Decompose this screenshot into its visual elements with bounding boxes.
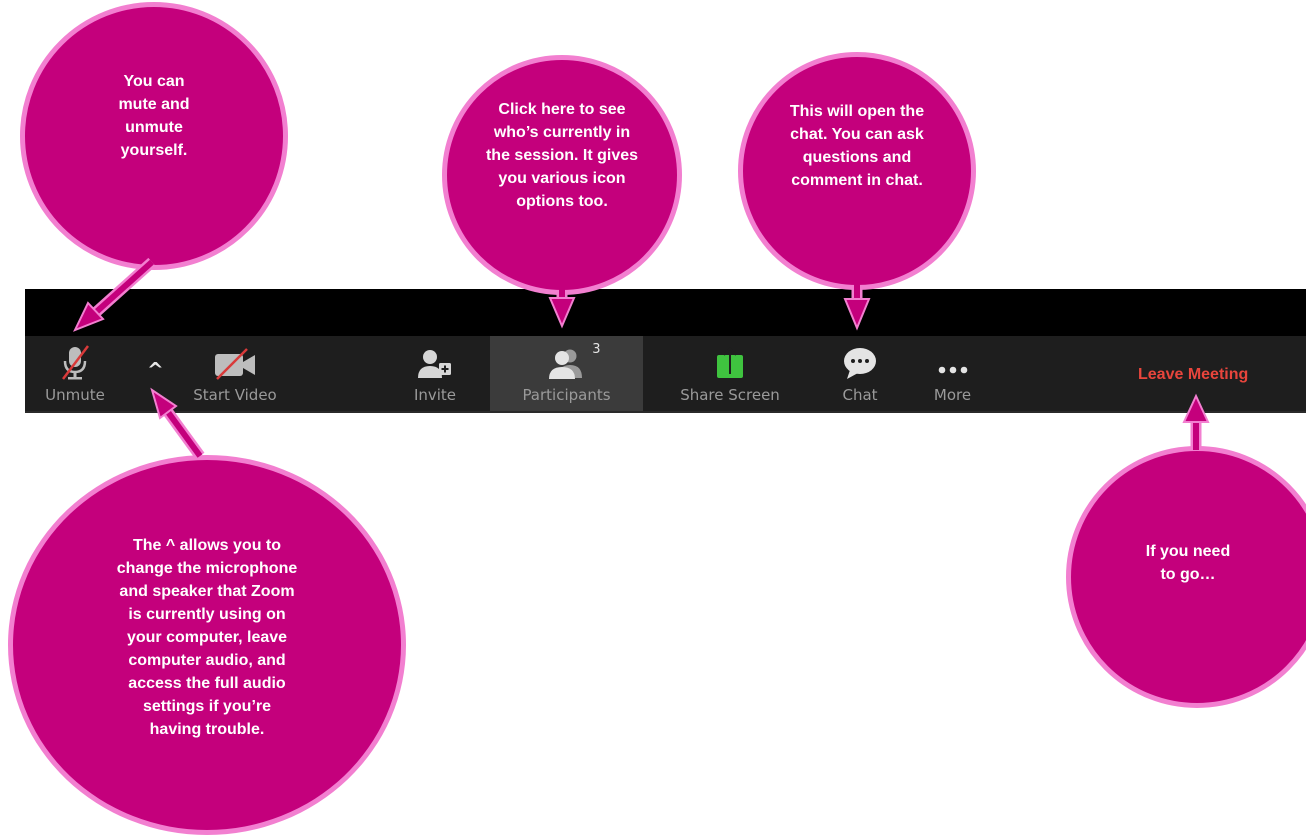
participants-icon: 3 bbox=[547, 336, 601, 380]
audio-options-chevron-up-icon[interactable]: ^ bbox=[147, 358, 164, 382]
more-icon bbox=[935, 336, 971, 380]
more-label: More bbox=[933, 386, 972, 404]
start-video-label: Start Video bbox=[193, 386, 277, 404]
callout-mute-text: You can mute and unmute yourself. bbox=[118, 73, 190, 159]
share-screen-icon bbox=[715, 336, 745, 380]
callout-audio-settings: The ^ allows you to change the microphon… bbox=[8, 455, 406, 835]
callout-chat: This will open the chat. You can ask que… bbox=[738, 52, 976, 290]
share-screen-button[interactable]: Share Screen bbox=[665, 336, 795, 411]
arrow-to-caret bbox=[162, 406, 203, 458]
video-off-icon bbox=[213, 336, 257, 380]
callout-leave: If you need to go… bbox=[1066, 446, 1306, 708]
unmute-label: Unmute bbox=[45, 386, 105, 404]
leave-meeting-button[interactable]: Leave Meeting bbox=[1138, 366, 1248, 384]
chat-icon bbox=[842, 336, 878, 380]
arrow-to-caret-outline bbox=[160, 404, 205, 460]
participant-count-badge: 3 bbox=[592, 342, 601, 357]
callout-participants: Click here to see who’s currently in the… bbox=[442, 55, 682, 295]
start-video-button[interactable]: Start Video bbox=[180, 336, 290, 411]
invite-label: Invite bbox=[413, 386, 457, 404]
invite-button[interactable]: Invite bbox=[395, 336, 475, 411]
chat-button[interactable]: Chat bbox=[820, 336, 900, 411]
callout-audio-settings-text: The ^ allows you to change the microphon… bbox=[116, 536, 298, 738]
callout-mute: You can mute and unmute yourself. bbox=[20, 2, 288, 270]
invite-icon bbox=[417, 336, 453, 380]
participants-button[interactable]: 3 Participants bbox=[490, 336, 643, 411]
meeting-video-area bbox=[25, 289, 1306, 336]
callout-participants-text: Click here to see who’s currently in the… bbox=[485, 100, 639, 210]
meeting-toolbar: Unmute ^ Start Video Invite 3 Participan… bbox=[25, 336, 1306, 413]
participants-label: Participants bbox=[522, 386, 611, 404]
unmute-button[interactable]: Unmute bbox=[30, 336, 120, 411]
chat-label: Chat bbox=[842, 386, 878, 404]
callout-leave-text: If you need to go… bbox=[1145, 543, 1231, 583]
mic-muted-icon bbox=[60, 336, 90, 380]
callout-chat-text: This will open the chat. You can ask que… bbox=[789, 103, 925, 189]
more-button[interactable]: More bbox=[915, 336, 990, 411]
share-screen-label: Share Screen bbox=[680, 386, 780, 404]
